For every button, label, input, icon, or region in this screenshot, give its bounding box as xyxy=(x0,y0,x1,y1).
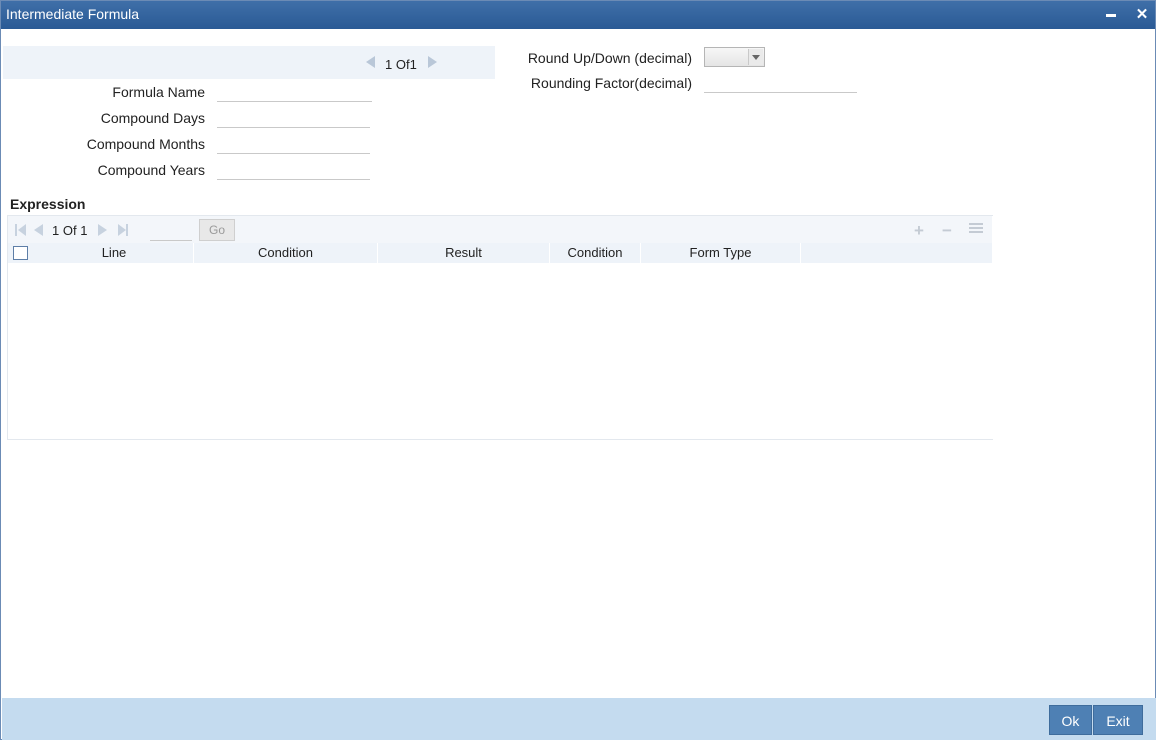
select-all-checkbox[interactable] xyxy=(13,246,28,260)
expression-section-title: Expression xyxy=(10,196,86,212)
grid-page-count: 1 Of 1 xyxy=(52,223,88,238)
compound-days-label: Compound Days xyxy=(100,110,205,126)
record-pager: 1 Of1 xyxy=(3,46,495,79)
expression-grid-header: Line Condition Result Condition Form Typ… xyxy=(8,243,992,263)
rounding-factor-field[interactable] xyxy=(704,73,857,93)
round-up-down-label: Round Up/Down (decimal) xyxy=(527,50,692,66)
compound-years-field[interactable] xyxy=(217,160,370,180)
title-bar: Intermediate Formula ✕ xyxy=(1,1,1155,29)
compound-months-label: Compound Months xyxy=(86,136,205,152)
expression-grid: 1 Of 1 Go + − Line Condition Result Cond… xyxy=(7,215,993,440)
column-header-form-type[interactable]: Form Type xyxy=(641,243,801,263)
formula-name-field[interactable] xyxy=(217,82,372,102)
delete-row-icon[interactable]: − xyxy=(942,221,952,241)
record-count: 1 Of1 xyxy=(385,57,417,72)
last-page-icon[interactable] xyxy=(118,224,128,236)
exit-button[interactable]: Exit xyxy=(1093,705,1143,735)
minimize-icon[interactable] xyxy=(1101,5,1121,25)
formula-name-label: Formula Name xyxy=(112,84,205,100)
compound-days-field[interactable] xyxy=(217,108,370,128)
column-header-condition-2[interactable]: Condition xyxy=(550,243,641,263)
round-up-down-select[interactable] xyxy=(704,47,765,67)
first-page-icon[interactable] xyxy=(15,224,26,236)
ok-button[interactable]: Ok xyxy=(1049,705,1092,735)
chevron-down-icon xyxy=(748,49,763,65)
rounding-factor-label: Rounding Factor(decimal) xyxy=(530,75,692,91)
single-view-icon[interactable] xyxy=(969,223,983,235)
go-button[interactable]: Go xyxy=(199,219,235,241)
column-header-result[interactable]: Result xyxy=(378,243,550,263)
next-page-icon[interactable] xyxy=(98,224,107,236)
footer-bar: Ok Exit xyxy=(2,698,1156,740)
expression-grid-toolbar: 1 Of 1 Go + − xyxy=(8,216,992,243)
intermediate-formula-window: Intermediate Formula ✕ 1 Of1 Formula Nam… xyxy=(0,0,1156,740)
add-row-icon[interactable]: + xyxy=(914,221,924,241)
next-record-icon[interactable] xyxy=(428,56,437,68)
compound-months-field[interactable] xyxy=(217,134,370,154)
page-number-input[interactable] xyxy=(150,222,192,241)
column-header-condition[interactable]: Condition xyxy=(194,243,378,263)
previous-record-icon[interactable] xyxy=(366,56,375,68)
window-title: Intermediate Formula xyxy=(6,6,140,22)
compound-years-label: Compound Years xyxy=(97,162,205,178)
previous-page-icon[interactable] xyxy=(34,224,43,236)
column-header-line[interactable]: Line xyxy=(35,243,194,263)
close-icon[interactable]: ✕ xyxy=(1132,5,1152,25)
